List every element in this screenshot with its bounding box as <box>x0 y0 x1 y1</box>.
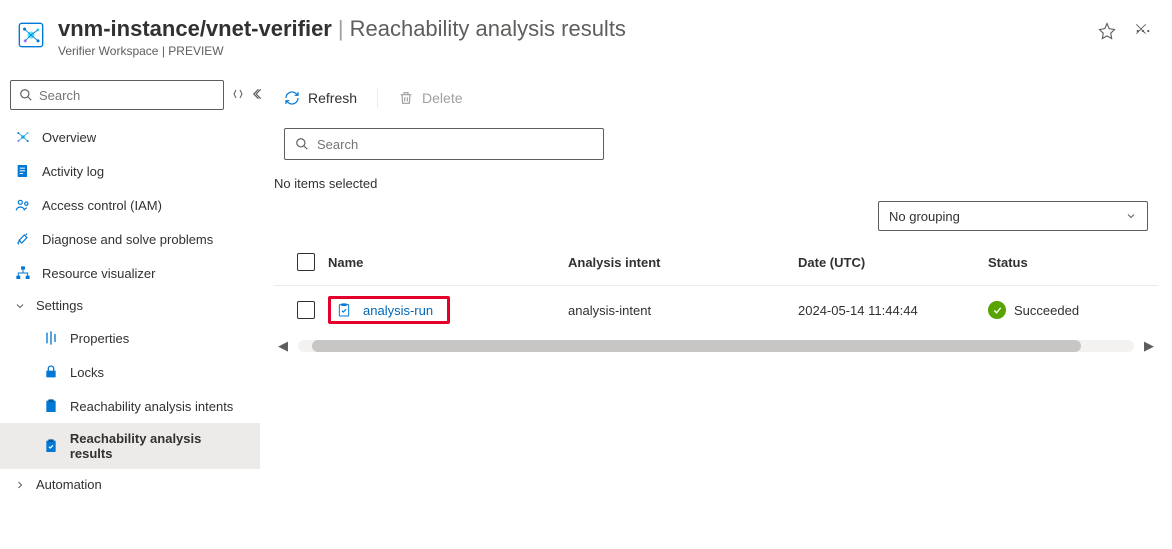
sidebar-item-label: Activity log <box>42 164 104 179</box>
sidebar-item-label: Overview <box>42 130 96 145</box>
sidebar-item-locks[interactable]: Locks <box>0 355 260 389</box>
scroll-left-icon[interactable]: ◀ <box>274 338 292 354</box>
breadcrumb: Verifier Workspace | PREVIEW <box>58 44 1078 58</box>
sidebar-item-label: Reachability analysis results <box>70 431 246 461</box>
sidebar-item-label: Access control (IAM) <box>42 198 162 213</box>
sidebar-item-reachability-intents[interactable]: Reachability analysis intents <box>0 389 260 423</box>
scroll-right-icon[interactable]: ▶ <box>1140 338 1158 354</box>
sidebar-section-settings[interactable]: Settings <box>0 290 260 321</box>
results-table: Name Analysis intent Date (UTC) Status a… <box>274 239 1158 334</box>
column-header-status[interactable]: Status <box>988 255 1148 270</box>
page-header: vnm-instance/vnet-verifier | Reachabilit… <box>0 0 1172 70</box>
sidebar-item-resource-visualizer[interactable]: Resource visualizer <box>0 256 260 290</box>
grouping-value: No grouping <box>889 209 960 224</box>
delete-label: Delete <box>422 90 462 106</box>
resource-name: vnm-instance/vnet-verifier <box>58 16 332 42</box>
cell-date: 2024-05-14 11:44:44 <box>798 303 988 318</box>
sidebar-item-diagnose[interactable]: Diagnose and solve problems <box>0 222 260 256</box>
lock-icon <box>42 363 60 381</box>
horizontal-scrollbar[interactable]: ◀ ▶ <box>260 334 1172 354</box>
sidebar-item-label: Properties <box>70 331 129 346</box>
selection-status: No items selected <box>260 170 1172 201</box>
search-icon <box>19 88 33 102</box>
status-label: Succeeded <box>1014 303 1079 318</box>
analysis-run-link[interactable]: analysis-run <box>363 303 433 318</box>
properties-icon <box>42 329 60 347</box>
sidebar-item-label: Diagnose and solve problems <box>42 232 213 247</box>
clipboard-icon <box>42 397 60 415</box>
sidebar-search-input[interactable] <box>39 88 215 103</box>
cell-status: Succeeded <box>988 301 1148 319</box>
sidebar-search[interactable] <box>10 80 224 110</box>
row-checkbox[interactable] <box>297 301 315 319</box>
search-icon <box>295 137 309 151</box>
sidebar-item-label: Locks <box>70 365 104 380</box>
chevron-down-icon <box>1125 210 1137 222</box>
close-icon[interactable] <box>1134 22 1148 41</box>
scroll-track[interactable] <box>298 340 1134 352</box>
activity-log-icon <box>14 162 32 180</box>
refresh-icon <box>284 90 300 106</box>
resource-type-icon <box>16 20 46 50</box>
main-content: Refresh Delete No items selected No grou… <box>260 70 1172 549</box>
main-search-input[interactable] <box>317 137 593 152</box>
favorite-icon[interactable] <box>1098 22 1116 43</box>
overview-icon <box>14 128 32 146</box>
refresh-label: Refresh <box>308 90 357 106</box>
page-section-title: Reachability analysis results <box>350 16 626 42</box>
sidebar-item-label: Reachability analysis intents <box>70 399 233 414</box>
toolbar: Refresh Delete <box>260 70 1172 122</box>
sidebar-item-properties[interactable]: Properties <box>0 321 260 355</box>
iam-icon <box>14 196 32 214</box>
sidebar-item-overview[interactable]: Overview <box>0 120 260 154</box>
chevron-right-icon <box>14 479 26 491</box>
trash-icon <box>398 90 414 106</box>
sidebar: Overview Activity log Access control (IA… <box>0 70 260 549</box>
grouping-dropdown[interactable]: No grouping <box>878 201 1148 231</box>
highlighted-name-cell: analysis-run <box>328 296 450 324</box>
toolbar-divider <box>377 88 378 108</box>
chevron-down-icon <box>14 300 26 312</box>
sidebar-section-label: Settings <box>36 298 83 313</box>
table-header-row: Name Analysis intent Date (UTC) Status <box>274 239 1158 286</box>
cell-intent: analysis-intent <box>568 303 798 318</box>
analysis-run-icon <box>335 301 353 319</box>
refresh-button[interactable]: Refresh <box>284 90 357 106</box>
resource-visualizer-icon <box>14 264 32 282</box>
scroll-thumb[interactable] <box>312 340 1081 352</box>
clipboard-results-icon <box>42 437 60 455</box>
table-row: analysis-run analysis-intent 2024-05-14 … <box>274 286 1158 334</box>
diagnose-icon <box>14 230 32 248</box>
expand-icon[interactable] <box>232 88 244 103</box>
title-separator: | <box>338 16 344 42</box>
sidebar-item-iam[interactable]: Access control (IAM) <box>0 188 260 222</box>
sidebar-section-label: Automation <box>36 477 102 492</box>
select-all-checkbox[interactable] <box>297 253 315 271</box>
sidebar-item-activity[interactable]: Activity log <box>0 154 260 188</box>
page-title: vnm-instance/vnet-verifier | Reachabilit… <box>58 16 1078 42</box>
column-header-name[interactable]: Name <box>328 255 568 270</box>
success-icon <box>988 301 1006 319</box>
sidebar-item-reachability-results[interactable]: Reachability analysis results <box>0 423 260 469</box>
sidebar-item-label: Resource visualizer <box>42 266 155 281</box>
sidebar-section-automation[interactable]: Automation <box>0 469 260 500</box>
delete-button: Delete <box>398 90 462 106</box>
column-header-intent[interactable]: Analysis intent <box>568 255 798 270</box>
column-header-date[interactable]: Date (UTC) <box>798 255 988 270</box>
main-search[interactable] <box>284 128 604 160</box>
header-text-block: vnm-instance/vnet-verifier | Reachabilit… <box>58 16 1078 58</box>
